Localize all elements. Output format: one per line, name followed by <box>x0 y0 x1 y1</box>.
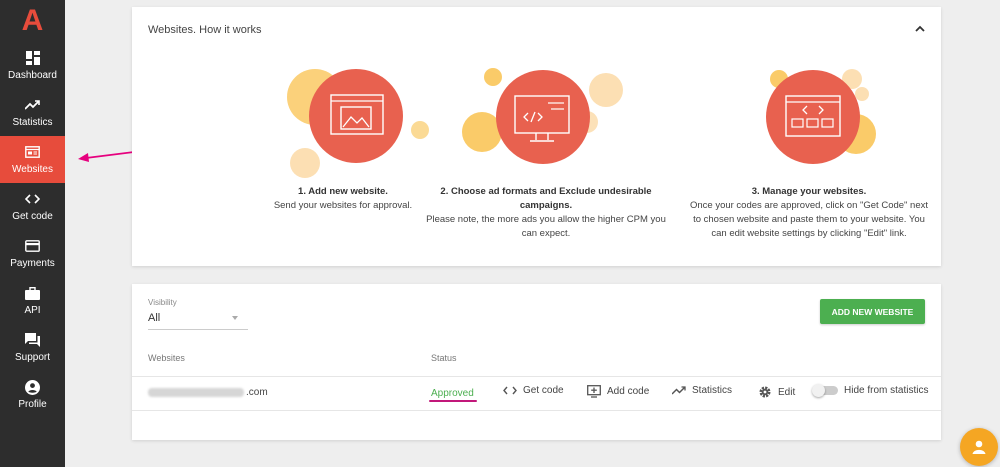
sidebar-item-label: API <box>24 305 41 316</box>
statistics-icon <box>25 97 41 113</box>
sidebar-item-label: Statistics <box>12 117 53 128</box>
sidebar-item-api[interactable]: API <box>0 277 65 324</box>
visibility-value: All <box>148 312 161 324</box>
sidebar: A Dashboard Statistics Websites Get code… <box>0 0 65 467</box>
step-description: Once your codes are approved, click on "… <box>689 200 929 239</box>
status-annotation-underline <box>429 400 477 402</box>
app-logo[interactable]: A <box>0 0 65 42</box>
sidebar-item-statistics[interactable]: Statistics <box>0 89 65 136</box>
sidebar-item-profile[interactable]: Profile <box>0 371 65 418</box>
gear-icon <box>759 386 771 398</box>
statistics-label: Statistics <box>692 385 733 396</box>
toggle-switch[interactable] <box>812 384 838 397</box>
sidebar-item-label: Websites <box>12 164 53 175</box>
sidebar-item-label: Support <box>14 352 51 363</box>
get-code-label: Get code <box>523 385 564 396</box>
dashboard-icon <box>25 50 41 66</box>
add-code-button[interactable]: Add code <box>587 385 649 398</box>
divider <box>132 410 941 411</box>
code-icon <box>25 191 41 207</box>
ad-formats-illustration <box>426 67 666 185</box>
sidebar-item-label: Get code <box>12 211 53 222</box>
support-icon <box>25 332 41 348</box>
code-icon <box>503 386 517 395</box>
domain-suffix: .com <box>246 387 268 398</box>
statistics-button[interactable]: Statistics <box>672 385 732 396</box>
profile-icon <box>25 379 41 395</box>
user-icon <box>972 440 986 454</box>
step-description: Please note, the more ads you allow the … <box>426 214 666 239</box>
add-new-website-button[interactable]: ADD NEW WEBSITE <box>820 299 925 324</box>
sidebar-item-label: Profile <box>18 399 47 410</box>
card-title: Websites. How it works <box>148 24 262 36</box>
sidebar-item-get-code[interactable]: Get code <box>0 183 65 230</box>
column-header-status: Status <box>431 353 457 363</box>
floating-profile-button[interactable] <box>960 428 998 466</box>
status-badge: Approved <box>431 388 474 399</box>
sidebar-item-dashboard[interactable]: Dashboard <box>0 42 65 89</box>
website-domain: .com <box>148 387 268 398</box>
step-title: 2. Choose ad formats and Exclude undesir… <box>440 186 652 211</box>
logo-letter: A <box>21 4 44 37</box>
statistics-icon <box>672 386 686 395</box>
step-3: 3. Manage your websites. Once your codes… <box>689 67 929 241</box>
collapse-chevron-icon[interactable] <box>915 25 925 32</box>
step-title: 3. Manage your websites. <box>751 186 867 197</box>
add-code-label: Add code <box>607 386 650 397</box>
how-it-works-card: Websites. How it works 1. Add new websit… <box>132 7 941 266</box>
websites-icon <box>25 144 41 160</box>
step-2: 2. Choose ad formats and Exclude undesir… <box>426 67 666 241</box>
sidebar-item-payments[interactable]: Payments <box>0 230 65 277</box>
payments-icon <box>25 238 41 254</box>
dropdown-caret-icon <box>232 316 238 320</box>
sidebar-item-label: Payments <box>10 258 55 269</box>
hide-from-statistics-label: Hide from statistics <box>844 385 929 396</box>
websites-card: Visibility All ADD NEW WEBSITE Websites … <box>132 284 941 440</box>
sidebar-item-label: Dashboard <box>8 70 57 81</box>
api-icon <box>25 285 41 301</box>
visibility-select[interactable]: All <box>148 310 248 330</box>
add-code-icon <box>587 385 601 398</box>
hide-from-statistics-toggle[interactable]: Hide from statistics <box>812 384 929 397</box>
column-header-websites: Websites <box>148 353 185 363</box>
sidebar-item-websites[interactable]: Websites <box>0 136 65 183</box>
edit-button[interactable]: Edit <box>758 385 795 399</box>
redacted-domain <box>148 388 244 397</box>
divider <box>132 376 941 377</box>
manage-websites-illustration <box>689 67 929 185</box>
visibility-label: Visibility <box>148 298 177 307</box>
edit-label: Edit <box>778 386 796 398</box>
sidebar-item-support[interactable]: Support <box>0 324 65 371</box>
get-code-button[interactable]: Get code <box>503 385 564 396</box>
